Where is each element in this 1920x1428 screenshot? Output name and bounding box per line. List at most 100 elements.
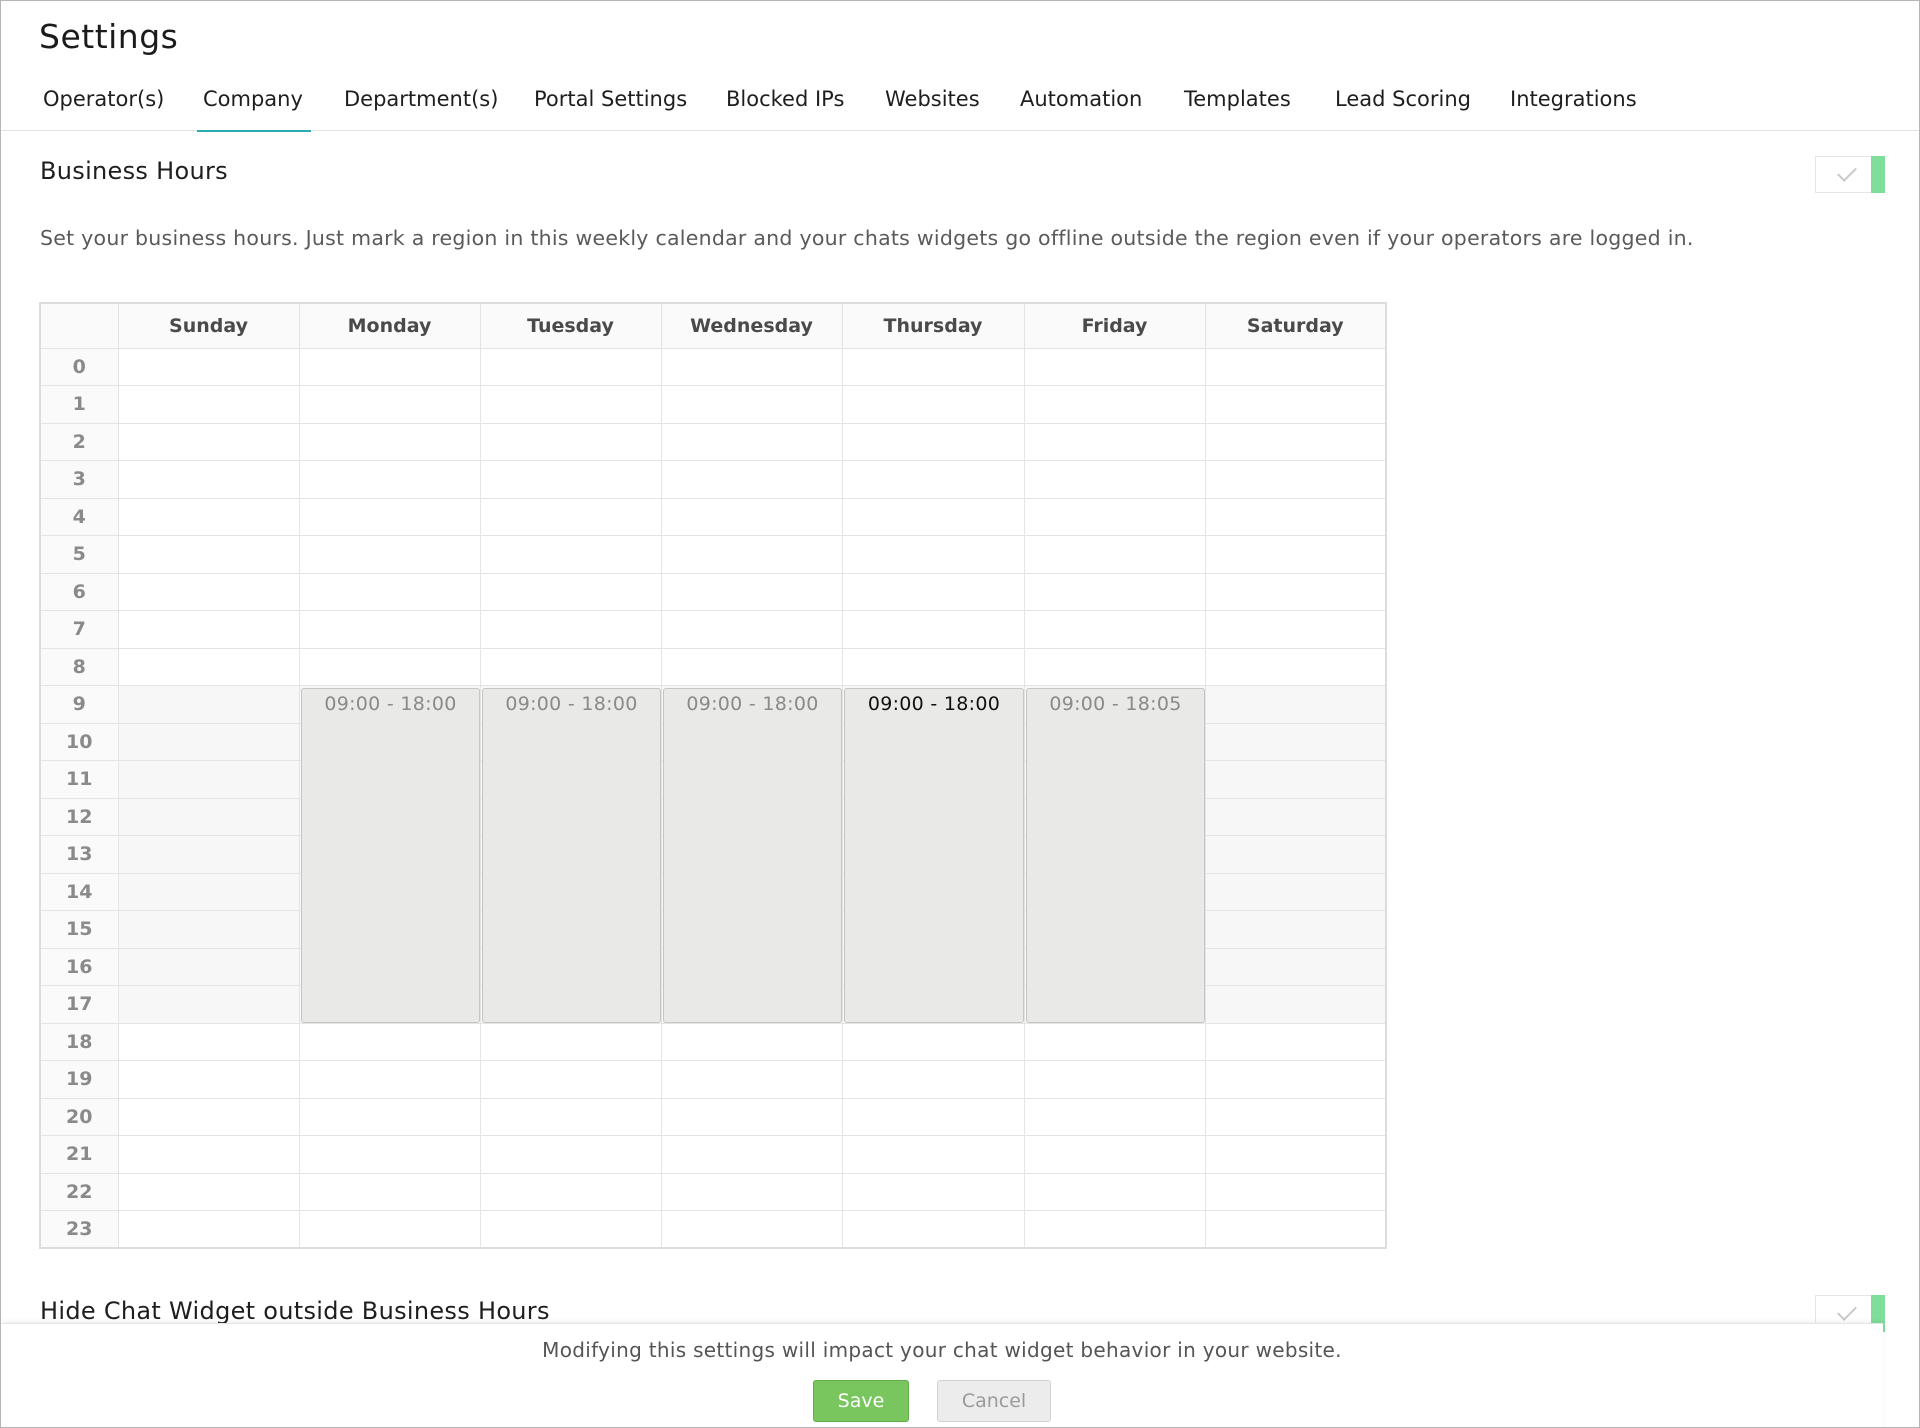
calendar-cell[interactable] [117,647,300,686]
calendar-cell[interactable] [1023,497,1206,536]
calendar-cell[interactable] [479,1172,662,1211]
calendar-cell[interactable] [117,985,300,1024]
calendar-cell[interactable] [1023,572,1206,611]
tab-blocked-ips[interactable]: Blocked IPs [726,79,844,131]
calendar-cell[interactable] [1204,497,1387,536]
tab-templates[interactable]: Templates [1184,79,1291,131]
calendar-cell[interactable] [479,1135,662,1174]
calendar-cell[interactable] [841,572,1025,611]
calendar-cell[interactable] [1204,872,1387,911]
calendar-cell[interactable] [841,422,1025,461]
calendar-cell[interactable] [1204,460,1387,499]
calendar-cell[interactable] [1204,1210,1387,1249]
tab-operators[interactable]: Operator(s) [43,79,164,131]
calendar-cell[interactable] [1023,1097,1206,1136]
calendar-cell[interactable] [1204,422,1387,461]
calendar-cell[interactable] [479,1022,662,1061]
business-hours-toggle[interactable] [1815,156,1885,193]
calendar-cell[interactable] [1204,347,1387,386]
business-hours-slot-monday[interactable]: 09:00 - 18:00 [301,687,480,1023]
calendar-cell[interactable] [1023,1210,1206,1249]
calendar-cell[interactable] [841,385,1025,424]
calendar-cell[interactable] [479,347,662,386]
calendar-cell[interactable] [1204,947,1387,986]
tab-portal-settings[interactable]: Portal Settings [534,79,687,131]
calendar-cell[interactable] [660,1022,843,1061]
calendar-cell[interactable] [117,760,300,799]
calendar-cell[interactable] [298,1172,481,1211]
tab-lead-scoring[interactable]: Lead Scoring [1335,79,1471,131]
calendar-cell[interactable] [1023,1135,1206,1174]
calendar-cell[interactable] [660,1172,843,1211]
calendar-cell[interactable] [841,1135,1025,1174]
save-button[interactable]: Save [813,1380,909,1422]
calendar-cell[interactable] [660,647,843,686]
calendar-cell[interactable] [1023,422,1206,461]
calendar-cell[interactable] [660,1135,843,1174]
tab-company[interactable]: Company [197,79,311,132]
calendar-cell[interactable] [1204,1172,1387,1211]
calendar-cell[interactable] [1204,835,1387,874]
calendar-cell[interactable] [660,572,843,611]
calendar-cell[interactable] [298,647,481,686]
calendar-cell[interactable] [298,460,481,499]
tab-automation[interactable]: Automation [1020,79,1142,131]
calendar-cell[interactable] [1204,1022,1387,1061]
calendar-cell[interactable] [298,1210,481,1249]
calendar-cell[interactable] [1204,797,1387,836]
calendar-cell[interactable] [1204,685,1387,724]
calendar-cell[interactable] [1023,1060,1206,1099]
calendar-cell[interactable] [298,572,481,611]
calendar-cell[interactable] [1023,610,1206,649]
calendar-cell[interactable] [841,497,1025,536]
calendar-cell[interactable] [660,535,843,574]
calendar-cell[interactable] [841,647,1025,686]
calendar-cell[interactable] [298,422,481,461]
calendar-cell[interactable] [841,1060,1025,1099]
calendar-cell[interactable] [117,947,300,986]
calendar-cell[interactable] [1023,1172,1206,1211]
calendar-cell[interactable] [1204,1097,1387,1136]
tab-integrations[interactable]: Integrations [1510,79,1637,131]
calendar-cell[interactable] [479,385,662,424]
calendar-cell[interactable] [479,497,662,536]
calendar-cell[interactable] [1023,347,1206,386]
calendar-cell[interactable] [298,535,481,574]
business-hours-slot-wednesday[interactable]: 09:00 - 18:00 [663,687,842,1023]
calendar-cell[interactable] [1204,760,1387,799]
tab-departments[interactable]: Department(s) [344,79,498,131]
calendar-cell[interactable] [660,1097,843,1136]
calendar-cell[interactable] [1204,1060,1387,1099]
calendar-cell[interactable] [841,1210,1025,1249]
calendar-cell[interactable] [117,910,300,949]
business-hours-slot-tuesday[interactable]: 09:00 - 18:00 [482,687,661,1023]
calendar-cell[interactable] [117,835,300,874]
calendar-cell[interactable] [660,422,843,461]
calendar-cell[interactable] [1204,1135,1387,1174]
calendar-cell[interactable] [1023,647,1206,686]
calendar-cell[interactable] [117,1135,300,1174]
calendar-cell[interactable] [117,685,300,724]
calendar-cell[interactable] [298,497,481,536]
calendar-cell[interactable] [841,610,1025,649]
calendar-cell[interactable] [841,460,1025,499]
calendar-cell[interactable] [479,1060,662,1099]
business-hours-slot-thursday[interactable]: 09:00 - 18:00 [844,687,1024,1023]
calendar-cell[interactable] [298,1097,481,1136]
calendar-cell[interactable] [1023,535,1206,574]
calendar-cell[interactable] [479,1097,662,1136]
calendar-cell[interactable] [841,347,1025,386]
calendar-cell[interactable] [1204,535,1387,574]
calendar-cell[interactable] [298,1022,481,1061]
calendar-cell[interactable] [479,1210,662,1249]
calendar-cell[interactable] [660,460,843,499]
calendar-cell[interactable] [660,385,843,424]
calendar-cell[interactable] [298,385,481,424]
calendar-cell[interactable] [479,422,662,461]
calendar-cell[interactable] [479,610,662,649]
calendar-cell[interactable] [1023,385,1206,424]
calendar-cell[interactable] [660,610,843,649]
calendar-cell[interactable] [117,1060,300,1099]
calendar-cell[interactable] [298,347,481,386]
calendar-cell[interactable] [298,1060,481,1099]
